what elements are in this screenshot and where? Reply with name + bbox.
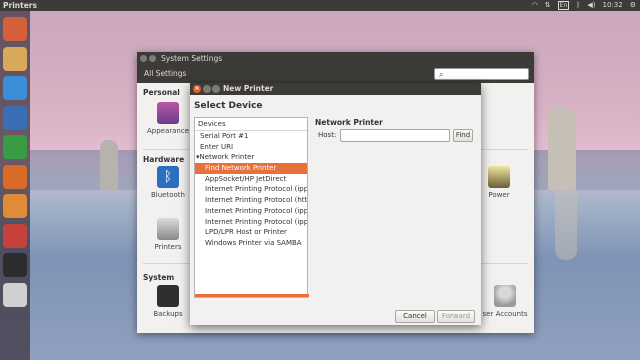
gear-icon[interactable]: ⚙ bbox=[630, 0, 636, 11]
device-list-item[interactable]: LPD/LPR Host or Printer bbox=[195, 227, 307, 238]
software-center-icon[interactable] bbox=[3, 194, 27, 218]
device-list-item[interactable]: Internet Printing Protocol (ipps) bbox=[195, 217, 307, 228]
device-list-item[interactable]: Internet Printing Protocol (ipp14) bbox=[195, 206, 307, 217]
users-icon bbox=[494, 285, 516, 307]
appearance-icon bbox=[157, 102, 179, 124]
section-system: System bbox=[143, 273, 175, 282]
app-title: Printers bbox=[3, 1, 37, 10]
device-list-item[interactable]: AppSocket/HP JetDirect bbox=[195, 174, 307, 185]
top-panel: Printers ◠ ⇅ En ᛒ ◀) 10:32 ⚙ bbox=[0, 0, 640, 11]
settings-titlebar: System Settings bbox=[137, 52, 534, 65]
dialog-titlebar: × New Printer bbox=[190, 83, 481, 95]
indicator-area: ◠ ⇅ En ᛒ ◀) 10:32 ⚙ bbox=[532, 0, 636, 11]
maximize-icon[interactable] bbox=[212, 85, 220, 93]
wallpaper-rock bbox=[548, 108, 576, 190]
settings-title: System Settings bbox=[161, 54, 223, 63]
launcher bbox=[0, 11, 30, 360]
appearance-label: Appearance bbox=[146, 127, 190, 135]
devices-column-header[interactable]: Devices bbox=[195, 118, 307, 131]
wifi-icon[interactable]: ◠ bbox=[532, 0, 538, 11]
host-input[interactable] bbox=[340, 129, 450, 142]
device-list-item[interactable]: Windows Printer via SAMBA bbox=[195, 238, 307, 249]
backups-item[interactable]: Backups bbox=[143, 285, 193, 318]
horizontal-scrollbar[interactable] bbox=[195, 294, 309, 297]
device-list-item[interactable]: ▾Network Printer bbox=[195, 152, 307, 163]
bluetooth-item[interactable]: ᛒ Bluetooth bbox=[143, 166, 193, 199]
user-accounts-label: ser Accounts bbox=[482, 310, 528, 318]
calc-icon[interactable] bbox=[3, 135, 27, 159]
appearance-item[interactable]: Appearance bbox=[143, 102, 193, 135]
settings-icon[interactable] bbox=[3, 223, 27, 248]
printers-label: Printers bbox=[154, 243, 182, 251]
cancel-button[interactable]: Cancel bbox=[395, 310, 435, 323]
new-printer-dialog: × New Printer Select Device Devices Seri… bbox=[190, 83, 481, 325]
select-device-heading: Select Device bbox=[194, 101, 263, 111]
browser-icon[interactable] bbox=[3, 76, 27, 100]
wallpaper-rock bbox=[555, 190, 577, 260]
all-settings-button[interactable]: All Settings bbox=[144, 69, 186, 78]
user-accounts-item[interactable]: ser Accounts bbox=[475, 285, 535, 318]
search-icon: ⌕ bbox=[439, 70, 444, 79]
terminal-icon[interactable] bbox=[3, 253, 27, 277]
search-input[interactable]: ⌕ bbox=[434, 68, 529, 80]
backups-label: Backups bbox=[153, 310, 183, 318]
device-list-item[interactable]: Internet Printing Protocol (https) bbox=[195, 195, 307, 206]
device-list-item[interactable]: Find Network Printer bbox=[195, 163, 307, 174]
power-label: Power bbox=[488, 191, 510, 199]
bluetooth-label: Bluetooth bbox=[151, 191, 185, 199]
transfer-icon[interactable]: ⇅ bbox=[545, 0, 551, 11]
wallpaper-rock bbox=[100, 140, 118, 190]
power-item[interactable]: Power bbox=[474, 166, 524, 199]
device-list-item[interactable]: Serial Port #1 bbox=[195, 131, 307, 142]
printers-item[interactable]: Printers bbox=[143, 218, 193, 251]
section-hardware: Hardware bbox=[143, 155, 185, 164]
dialog-title: New Printer bbox=[223, 84, 274, 93]
settings-toolbar: All Settings ⌕ bbox=[137, 65, 534, 83]
clock[interactable]: 10:32 bbox=[603, 0, 623, 11]
bluetooth-icon: ᛒ bbox=[157, 166, 179, 188]
impress-icon[interactable] bbox=[3, 164, 27, 189]
keyboard-layout-indicator[interactable]: En bbox=[557, 1, 570, 10]
bluetooth-icon[interactable]: ᛒ bbox=[576, 0, 580, 11]
minimize-icon[interactable] bbox=[203, 85, 211, 93]
power-icon bbox=[488, 166, 510, 188]
writer-icon[interactable] bbox=[3, 105, 27, 130]
files-icon[interactable] bbox=[3, 46, 27, 71]
section-personal: Personal bbox=[143, 88, 180, 97]
forward-button[interactable]: Forward bbox=[437, 310, 475, 323]
host-label: Host: bbox=[318, 131, 337, 139]
minimize-icon[interactable] bbox=[149, 55, 156, 62]
device-list-item[interactable]: Internet Printing Protocol (ipp) bbox=[195, 184, 307, 195]
volume-icon[interactable]: ◀) bbox=[587, 0, 595, 11]
safe-icon bbox=[157, 285, 179, 307]
network-printer-title: Network Printer bbox=[315, 118, 383, 127]
close-icon[interactable] bbox=[140, 55, 147, 62]
dash-icon[interactable] bbox=[3, 17, 27, 41]
find-button[interactable]: Find bbox=[453, 129, 473, 142]
close-icon[interactable]: × bbox=[193, 85, 201, 93]
device-list[interactable]: Devices Serial Port #1 Enter URI ▾Network … bbox=[194, 117, 309, 298]
printer-icon[interactable] bbox=[3, 282, 27, 307]
printer-icon bbox=[157, 218, 179, 240]
device-list-item[interactable]: Enter URI bbox=[195, 142, 307, 153]
